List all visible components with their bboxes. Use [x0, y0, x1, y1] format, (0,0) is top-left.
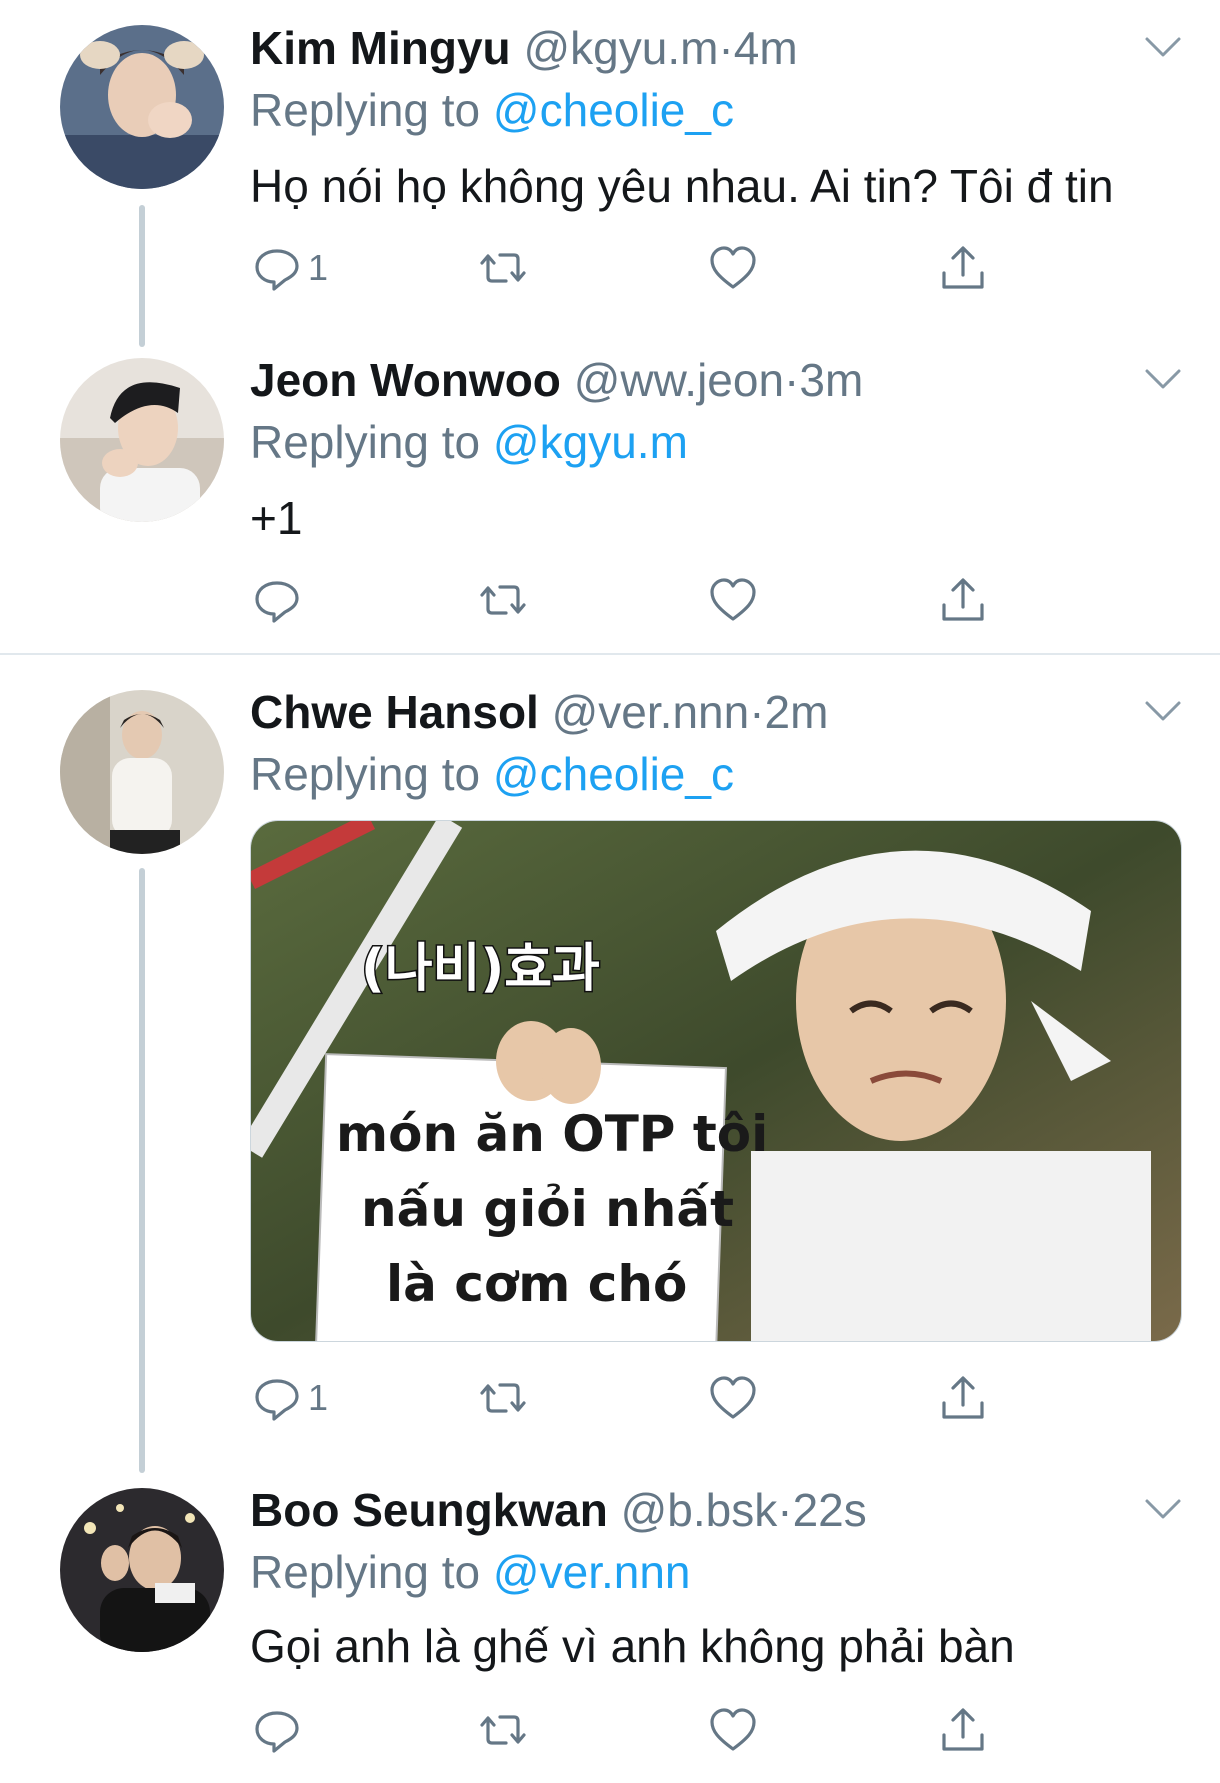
mention-link[interactable]: @ver.nnn: [493, 1546, 691, 1598]
timestamp[interactable]: 4m: [734, 22, 798, 74]
sign-line-2: nấu giỏi nhất: [361, 1180, 734, 1238]
reply-icon: [255, 1379, 299, 1421]
share-icon: [942, 1708, 984, 1751]
thread-line: [139, 205, 145, 347]
share-button[interactable]: [938, 238, 988, 298]
thread-divider: [0, 653, 1220, 655]
reply-icon: [255, 1711, 299, 1753]
display-name[interactable]: Kim Mingyu: [250, 22, 511, 74]
tweet-header: Kim Mingyu @kgyu.m·4m: [250, 20, 798, 76]
replying-to: Replying to @cheolie_c: [250, 746, 734, 802]
reply-button[interactable]: [252, 570, 308, 630]
chevron-down-icon[interactable]: [1143, 367, 1183, 391]
reply-button[interactable]: 1: [252, 238, 328, 298]
like-icon: [710, 246, 756, 289]
avatar[interactable]: [60, 358, 224, 522]
handle[interactable]: @ver.nnn: [552, 686, 750, 738]
retweet-icon: [480, 1383, 526, 1413]
handle[interactable]: @b.bsk: [621, 1484, 778, 1536]
replying-prefix: Replying to: [250, 84, 481, 136]
share-button[interactable]: [938, 1368, 988, 1428]
media-caption-korean: (나비)효과: [361, 939, 600, 999]
replying-prefix: Replying to: [250, 416, 481, 468]
replying-prefix: Replying to: [250, 748, 481, 800]
tweet-actions: [250, 570, 1010, 630]
handle[interactable]: @ww.jeon: [574, 354, 784, 406]
reply-icon: [255, 581, 299, 623]
timestamp[interactable]: 22s: [793, 1484, 867, 1536]
mention-link[interactable]: @cheolie_c: [493, 748, 734, 800]
tweet-actions: [250, 1700, 1010, 1760]
avatar[interactable]: [60, 690, 224, 854]
like-icon: [710, 578, 756, 621]
sign-line-3: là cơm chó: [386, 1255, 687, 1313]
retweet-button[interactable]: [478, 238, 528, 298]
share-button[interactable]: [938, 570, 988, 630]
tweet-text: Họ nói họ không yêu nhau. Ai tin? Tôi đ …: [250, 160, 1114, 212]
tweet-header: Boo Seungkwan @b.bsk·22s: [250, 1482, 867, 1538]
share-icon: [942, 578, 984, 621]
replying-to: Replying to @ver.nnn: [250, 1544, 691, 1600]
share-button[interactable]: [938, 1700, 988, 1760]
share-icon: [942, 1376, 984, 1419]
like-button[interactable]: [708, 570, 758, 630]
tweet-header: Chwe Hansol @ver.nnn·2m: [250, 684, 828, 740]
retweet-icon: [480, 585, 526, 615]
display-name[interactable]: Chwe Hansol: [250, 686, 539, 738]
separator-dot: ·: [749, 686, 765, 738]
reply-button[interactable]: [252, 1700, 308, 1760]
replying-to: Replying to @cheolie_c: [250, 82, 734, 138]
thread-line: [139, 868, 145, 1473]
timestamp[interactable]: 2m: [765, 686, 829, 738]
like-icon: [710, 1376, 756, 1419]
share-icon: [942, 246, 984, 289]
retweet-icon: [480, 1715, 526, 1745]
retweet-icon: [480, 253, 526, 283]
separator-dot: ·: [784, 354, 800, 406]
reply-button[interactable]: 1: [252, 1368, 328, 1428]
reply-count: 1: [308, 1377, 329, 1418]
display-name[interactable]: Boo Seungkwan: [250, 1484, 608, 1536]
chevron-down-icon[interactable]: [1143, 1497, 1183, 1521]
chevron-down-icon[interactable]: [1143, 699, 1183, 723]
display-name[interactable]: Jeon Wonwoo: [250, 354, 561, 406]
replying-to: Replying to @kgyu.m: [250, 414, 688, 470]
tweet-media-image[interactable]: (나비)효과 món ăn OTP tôi nấu giỏi nhất là c…: [250, 820, 1182, 1342]
retweet-button[interactable]: [478, 570, 528, 630]
tweet-actions: 1: [250, 1368, 1010, 1428]
like-button[interactable]: [708, 1368, 758, 1428]
handle[interactable]: @kgyu.m: [523, 22, 718, 74]
avatar[interactable]: [60, 1488, 224, 1652]
timestamp[interactable]: 3m: [799, 354, 863, 406]
tweet-text: +1: [250, 492, 303, 544]
separator-dot: ·: [777, 1484, 793, 1536]
reply-count: 1: [308, 247, 329, 288]
like-icon: [710, 1708, 756, 1751]
tweet-actions: 1: [250, 238, 1010, 298]
like-button[interactable]: [708, 1700, 758, 1760]
avatar[interactable]: [60, 25, 224, 189]
retweet-button[interactable]: [478, 1368, 528, 1428]
mention-link[interactable]: @kgyu.m: [493, 416, 688, 468]
tweet-header: Jeon Wonwoo @ww.jeon·3m: [250, 352, 863, 408]
like-button[interactable]: [708, 238, 758, 298]
tweet-text: Gọi anh là ghế vì anh không phải bàn: [250, 1620, 1015, 1672]
reply-icon: [255, 249, 299, 291]
retweet-button[interactable]: [478, 1700, 528, 1760]
mention-link[interactable]: @cheolie_c: [493, 84, 734, 136]
separator-dot: ·: [718, 22, 734, 74]
replying-prefix: Replying to: [250, 1546, 481, 1598]
chevron-down-icon[interactable]: [1143, 35, 1183, 59]
sign-line-1: món ăn OTP tôi: [336, 1105, 768, 1163]
